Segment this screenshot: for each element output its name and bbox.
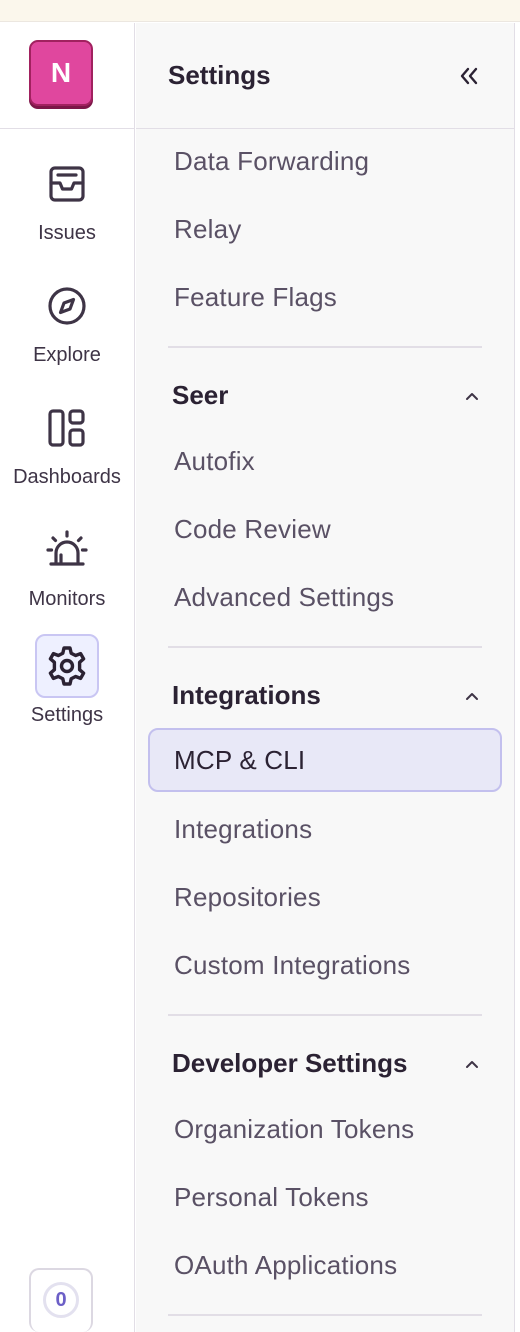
chevron-up-icon bbox=[466, 693, 478, 700]
nav-relay[interactable]: Relay bbox=[174, 214, 241, 245]
nav-dashboards-label: Dashboards bbox=[13, 466, 121, 488]
gear-icon bbox=[35, 634, 99, 698]
nav-custom-integrations[interactable]: Custom Integrations bbox=[174, 950, 410, 981]
collapse-sidebar-button[interactable] bbox=[454, 61, 484, 91]
section-title-seer: Seer bbox=[172, 380, 229, 410]
progress-ring-badge: 0 bbox=[43, 1282, 79, 1318]
nav-code-review[interactable]: Code Review bbox=[174, 514, 331, 545]
divider bbox=[168, 1014, 482, 1016]
nav-explore-label: Explore bbox=[33, 344, 101, 366]
chevron-up-icon bbox=[466, 393, 478, 400]
page-title: Settings bbox=[168, 60, 271, 90]
section-header-integrations[interactable]: Integrations bbox=[172, 676, 482, 716]
nav-feature-flags[interactable]: Feature Flags bbox=[174, 282, 337, 313]
nav-monitors[interactable]: Monitors bbox=[0, 518, 134, 628]
nav-mcp-cli[interactable]: MCP & CLI bbox=[148, 728, 502, 792]
divider bbox=[168, 346, 482, 348]
compass-icon bbox=[35, 274, 99, 338]
nav-explore[interactable]: Explore bbox=[0, 274, 134, 384]
double-chevron-left-icon bbox=[460, 67, 478, 85]
settings-sidebar: Settings Data Forwarding Relay Feature F… bbox=[136, 23, 514, 1332]
section-title-developer-settings: Developer Settings bbox=[172, 1048, 408, 1078]
section-title-integrations: Integrations bbox=[172, 680, 321, 710]
chevron-up-icon bbox=[466, 1061, 478, 1068]
nav-issues-label: Issues bbox=[38, 222, 96, 244]
nav-issues[interactable]: Issues bbox=[0, 152, 134, 262]
settings-header: Settings bbox=[136, 23, 514, 129]
dashboard-icon bbox=[35, 396, 99, 460]
onboarding-button[interactable]: 0 bbox=[29, 1268, 93, 1332]
nav-dashboards[interactable]: Dashboards bbox=[0, 396, 134, 506]
nav-organization-tokens[interactable]: Organization Tokens bbox=[174, 1114, 414, 1145]
nav-settings-label: Settings bbox=[30, 704, 104, 726]
divider bbox=[168, 646, 482, 648]
siren-icon bbox=[35, 518, 99, 582]
nav-monitors-label: Monitors bbox=[28, 588, 106, 610]
nav-settings[interactable]: Settings bbox=[0, 634, 134, 744]
org-avatar[interactable]: N bbox=[29, 40, 93, 106]
nav-autofix[interactable]: Autofix bbox=[174, 446, 255, 477]
nav-oauth-applications[interactable]: OAuth Applications bbox=[174, 1250, 397, 1281]
section-header-seer[interactable]: Seer bbox=[172, 376, 482, 416]
inbox-icon bbox=[35, 152, 99, 216]
nav-advanced-settings[interactable]: Advanced Settings bbox=[174, 582, 394, 613]
content-edge bbox=[514, 23, 520, 1332]
primary-sidebar: N Issues Explore Dashboards Monitors Set… bbox=[0, 23, 135, 1332]
top-banner-strip bbox=[0, 0, 520, 22]
divider bbox=[168, 1314, 482, 1316]
nav-data-forwarding[interactable]: Data Forwarding bbox=[174, 146, 369, 177]
org-switcher[interactable]: N bbox=[0, 23, 134, 129]
nav-repositories[interactable]: Repositories bbox=[174, 882, 321, 913]
section-header-developer-settings[interactable]: Developer Settings bbox=[172, 1044, 482, 1084]
nav-integrations[interactable]: Integrations bbox=[174, 814, 312, 845]
nav-personal-tokens[interactable]: Personal Tokens bbox=[174, 1182, 369, 1213]
